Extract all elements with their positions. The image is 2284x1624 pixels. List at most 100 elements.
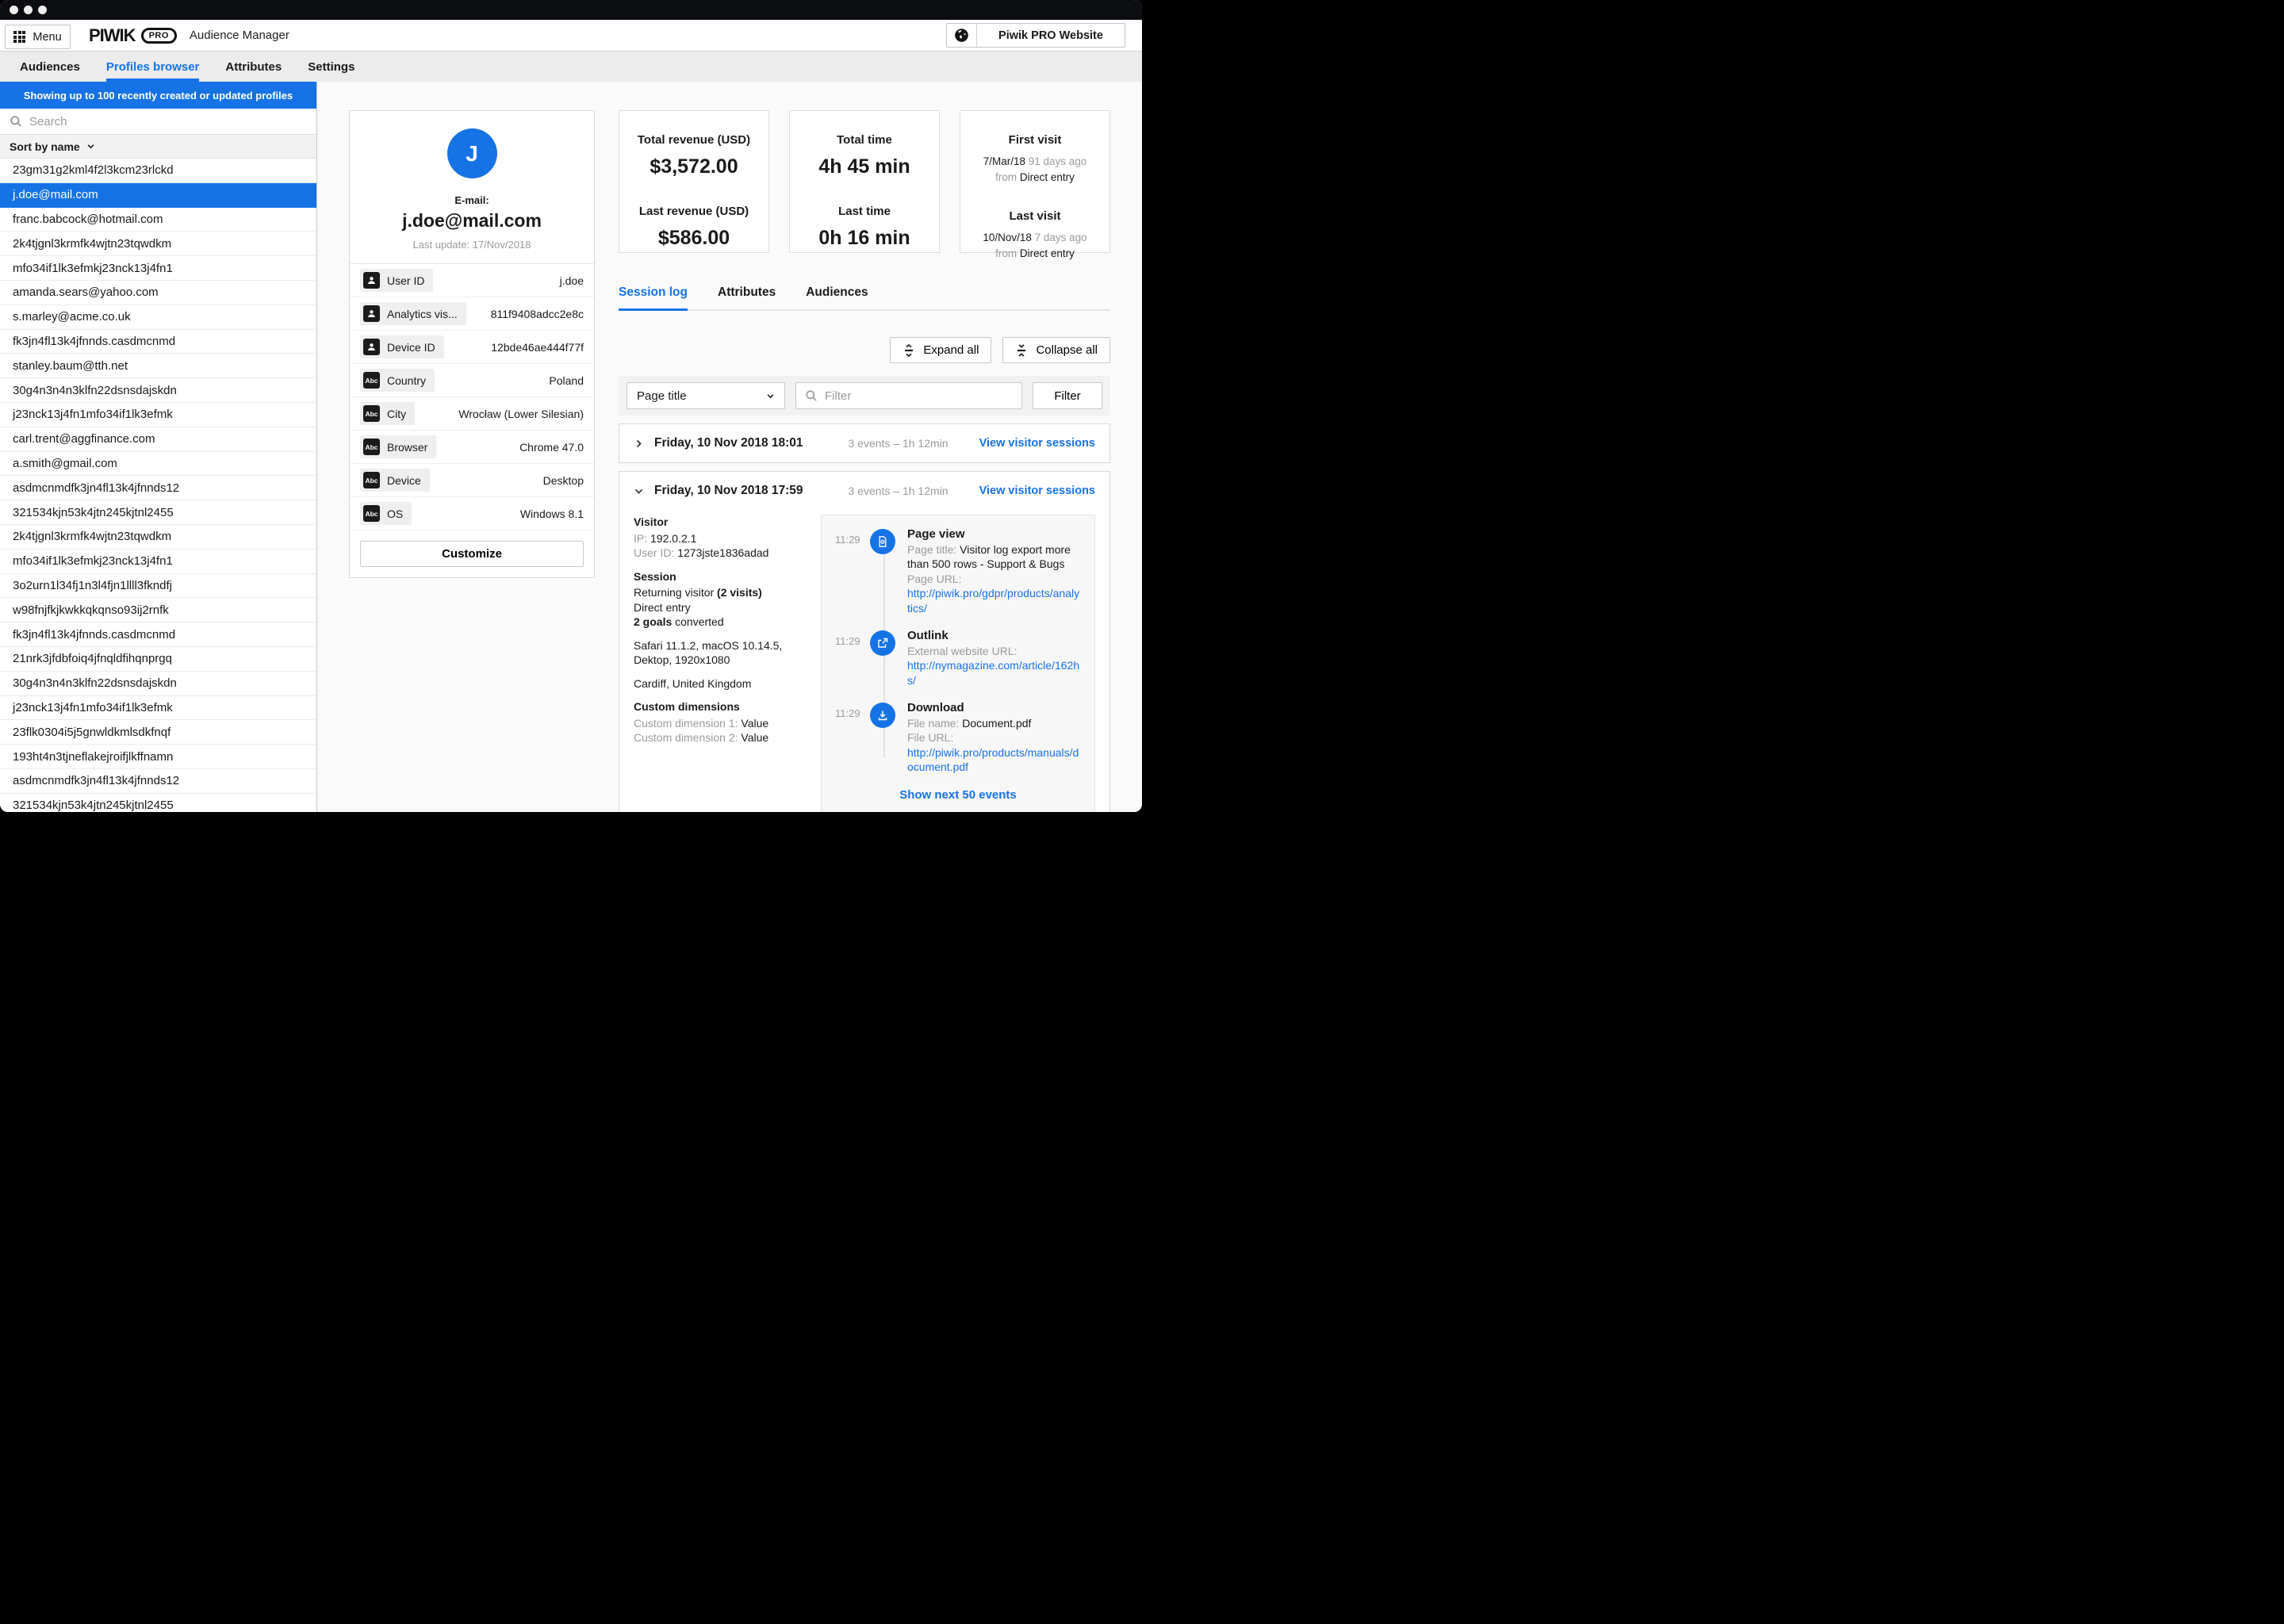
- window-control-dot[interactable]: [10, 6, 18, 14]
- field-label: OS: [387, 508, 403, 520]
- profile-list-item[interactable]: franc.babcock@hotmail.com: [0, 208, 316, 232]
- profile-list-item-label: 23flk0304i5j5gnwldkmlsdkfnqf: [13, 726, 171, 739]
- expand-collapse-row: Expand all Collapse all: [619, 337, 1110, 363]
- event-row: Page title: Visitor log export more than…: [907, 542, 1081, 572]
- email-label: E-mail:: [362, 194, 581, 206]
- profile-list-item[interactable]: asdmcnmdfk3jn4fl13k4jfnnds12: [0, 769, 316, 794]
- field-chip-device: Abc Device: [360, 469, 430, 492]
- profiles-banner: Showing up to 100 recently created or up…: [0, 82, 316, 109]
- detail-tab-label: Audiences: [806, 285, 868, 299]
- profile-list-item[interactable]: 321534kjn53k4jtn245kjtnl2455: [0, 500, 316, 525]
- goals-count: 2 goals: [634, 615, 672, 628]
- nav-tab[interactable]: Attributes: [225, 52, 282, 82]
- globe-icon[interactable]: [947, 24, 977, 47]
- last-time-value: 0h 16 min: [790, 227, 939, 250]
- event-row-label: File URL:: [907, 731, 953, 744]
- filter-button[interactable]: Filter: [1033, 382, 1102, 409]
- profile-list-item-label: j23nck13j4fn1mfo34if1lk3efmk: [13, 701, 173, 714]
- time-card: Total time 4h 45 min Last time 0h 16 min: [789, 110, 940, 253]
- filter-input[interactable]: [825, 389, 1013, 403]
- view-visitor-sessions-link[interactable]: View visitor sessions: [979, 485, 1095, 497]
- profile-list-item[interactable]: 21nrk3jfdbfoiq4jfnqldfihqnprgq: [0, 647, 316, 672]
- event-body: Download File name: Document.pdf File UR…: [907, 701, 1081, 775]
- expand-all-button[interactable]: Expand all: [890, 337, 991, 363]
- detail-tab[interactable]: Audiences: [806, 285, 868, 309]
- profile-list-item[interactable]: 23gm31g2kml4f2l3kcm23rlckd: [0, 159, 316, 183]
- event-title: Page view: [907, 527, 1081, 542]
- profile-list-item[interactable]: 30g4n3n4n3klfn22dsnsdajskdn: [0, 672, 316, 696]
- profile-list-item[interactable]: 321534kjn53k4jtn245kjtnl2455: [0, 794, 316, 812]
- profile-list-item[interactable]: fk3jn4fl13k4jfnnds.casdmcnmd: [0, 330, 316, 354]
- profile-list-item[interactable]: mfo34if1lk3efmkj23nck13j4fn1: [0, 550, 316, 574]
- show-next-events-link[interactable]: Show next 50 events: [899, 788, 1017, 802]
- nav-tab[interactable]: Profiles browser: [106, 52, 200, 82]
- event-row: External website URL: http://nymagazine.…: [907, 644, 1081, 688]
- first-visit-date-line: 7/Mar/18 91 days ago: [960, 155, 1109, 167]
- detail-tab[interactable]: Session log: [619, 285, 688, 309]
- website-switcher-button[interactable]: Piwik PRO Website: [977, 24, 1125, 47]
- detail-tab[interactable]: Attributes: [718, 285, 776, 309]
- avatar: J: [447, 128, 497, 178]
- content-area: Showing up to 100 recently created or up…: [0, 82, 1142, 812]
- returning-visitor-line: Returning visitor (2 visits): [634, 585, 810, 600]
- cd1-label: Custom dimension 1:: [634, 717, 738, 730]
- profile-list-item[interactable]: 23flk0304i5j5gnwldkmlsdkfnqf: [0, 720, 316, 745]
- menu-button[interactable]: Menu: [5, 25, 71, 49]
- person-icon: [363, 339, 380, 355]
- profile-list-item[interactable]: j23nck13j4fn1mfo34if1lk3efmk: [0, 696, 316, 721]
- profile-list-item[interactable]: j.doe@mail.com: [0, 183, 316, 208]
- external-url-link[interactable]: http://nymagazine.com/article/162hs/: [907, 659, 1079, 687]
- file-url-link[interactable]: http://piwik.pro/products/manuals/docume…: [907, 746, 1079, 774]
- profile-list-item[interactable]: carl.trent@aggfinance.com: [0, 427, 316, 452]
- event-outlink: 11:29 Outlink External website URL: http…: [835, 629, 1081, 688]
- profile-list-item-label: 23gm31g2kml4f2l3kcm23rlckd: [13, 163, 174, 177]
- field-chip-city: Abc City: [360, 402, 415, 425]
- entry-line: Direct entry: [634, 600, 810, 615]
- stats-cards: Total revenue (USD) $3,572.00 Last reven…: [619, 110, 1110, 253]
- profile-list-item[interactable]: 193ht4n3tjneflakejroifjlkffnamn: [0, 745, 316, 769]
- window-control-dot[interactable]: [24, 6, 33, 14]
- session-header[interactable]: Friday, 10 Nov 2018 18:01 3 events – 1h …: [619, 424, 1109, 462]
- profile-list-item-label: 321534kjn53k4jtn245kjtnl2455: [13, 799, 174, 812]
- from-label: from: [995, 247, 1017, 259]
- profile-list-item[interactable]: a.smith@gmail.com: [0, 452, 316, 477]
- collapse-all-button[interactable]: Collapse all: [1002, 337, 1110, 363]
- profile-list-item[interactable]: stanley.baum@tth.net: [0, 354, 316, 378]
- nav-tab[interactable]: Settings: [308, 52, 354, 82]
- filter-bar: Page title Filter: [619, 376, 1110, 416]
- field-value: j.doe: [560, 274, 584, 287]
- profile-list-item[interactable]: fk3jn4fl13k4jfnnds.casdmcnmd: [0, 622, 316, 647]
- profile-list-item-label: stanley.baum@tth.net: [13, 359, 128, 373]
- event-pageview: 11:29 Page view Page title: Visitor log …: [835, 527, 1081, 615]
- event-row: File URL: http://piwik.pro/products/manu…: [907, 730, 1081, 775]
- view-visitor-sessions-link[interactable]: View visitor sessions: [979, 437, 1095, 450]
- profile-list-item-label: amanda.sears@yahoo.com: [13, 285, 159, 299]
- event-time: 11:29: [835, 527, 870, 615]
- profile-list-item[interactable]: 2k4tjgnl3krmfk4wjtn23tqwdkm: [0, 525, 316, 550]
- profile-list-item[interactable]: j23nck13j4fn1mfo34if1lk3efmk: [0, 403, 316, 427]
- search-input[interactable]: [29, 115, 307, 128]
- collapse-all-icon: [1015, 344, 1028, 357]
- filter-by-select[interactable]: Page title: [627, 382, 785, 409]
- nav-tab[interactable]: Audiences: [20, 52, 80, 82]
- brand-wordmark: PIWIK: [89, 25, 136, 46]
- sort-by-dropdown[interactable]: Sort by name: [0, 135, 316, 159]
- profile-list-item[interactable]: asdmcnmdfk3jn4fl13k4jfnnds12: [0, 476, 316, 500]
- field-chip-user-id: User ID: [360, 269, 433, 292]
- chevron-down-icon: [86, 142, 95, 151]
- profile-list-item[interactable]: mfo34if1lk3efmkj23nck13j4fn1: [0, 256, 316, 281]
- page-url-link[interactable]: http://piwik.pro/gdpr/products/analytics…: [907, 587, 1079, 615]
- total-revenue-label: Total revenue (USD): [619, 133, 768, 147]
- profile-list-item[interactable]: 30g4n3n4n3klfn22dsnsdajskdn: [0, 378, 316, 403]
- customize-button[interactable]: Customize: [360, 541, 584, 567]
- session-header[interactable]: Friday, 10 Nov 2018 17:59 3 events – 1h …: [619, 472, 1109, 510]
- nav-tab-label: Audiences: [20, 60, 80, 74]
- profile-list-item[interactable]: 2k4tjgnl3krmfk4wjtn23tqwdkm: [0, 232, 316, 256]
- profile-list-item[interactable]: s.marley@acme.co.uk: [0, 305, 316, 330]
- event-row: Page URL: http://piwik.pro/gdpr/products…: [907, 572, 1081, 616]
- profile-list-item[interactable]: amanda.sears@yahoo.com: [0, 281, 316, 305]
- profile-list-item[interactable]: 3o2urn1l34fj1n3l4fjn1llll3fkndfj: [0, 574, 316, 599]
- profile-list-item[interactable]: w98fnjfkjkwkkqkqnso93ij2rnfk: [0, 598, 316, 622]
- profile-field-row: Abc OS Windows 8.1: [350, 497, 594, 530]
- window-control-dot[interactable]: [38, 6, 47, 14]
